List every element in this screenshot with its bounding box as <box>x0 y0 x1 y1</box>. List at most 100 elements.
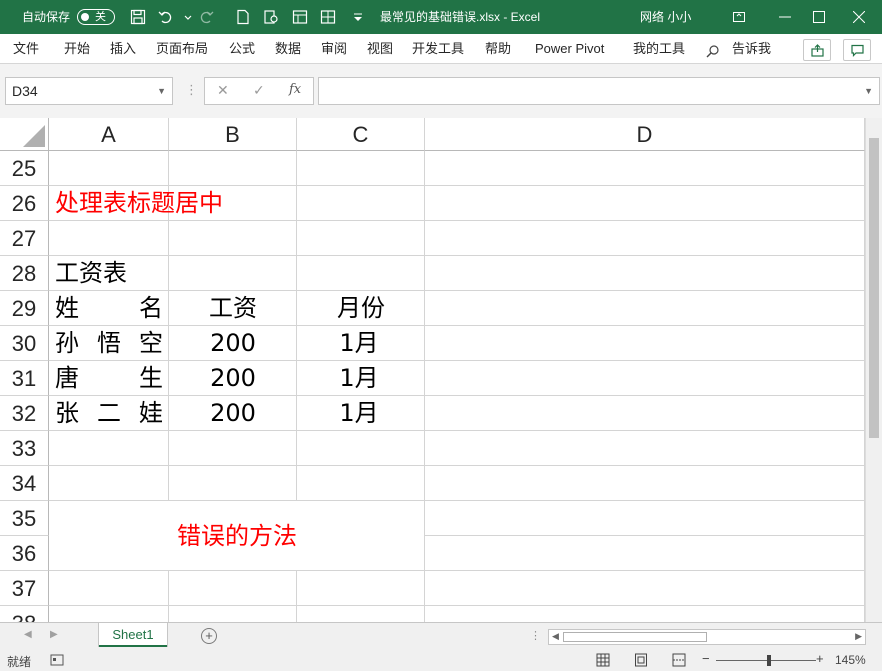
row-header[interactable]: 26 <box>0 186 49 221</box>
zoom-slider-track[interactable] <box>716 660 816 661</box>
lightbulb-search-icon[interactable] <box>706 35 720 65</box>
cell-a31-char2[interactable]: 生 <box>139 361 163 396</box>
scroll-left-icon[interactable]: ◀ <box>552 631 559 642</box>
cell-a26[interactable]: 处理表标题居中 <box>55 186 223 221</box>
redo-icon[interactable] <box>198 9 214 25</box>
page-break-view-icon[interactable] <box>672 653 686 667</box>
tab-home[interactable]: 开始 <box>64 34 90 64</box>
account-name[interactable]: 网络 小小 <box>640 0 691 34</box>
tab-my-tools[interactable]: 我的工具 <box>633 34 685 64</box>
cell-a32-char1[interactable]: 张 <box>55 396 79 431</box>
row-header[interactable]: 38 <box>0 606 49 622</box>
zoom-out-button[interactable]: − <box>702 651 710 666</box>
cancel-icon[interactable]: ✕ <box>217 82 229 99</box>
form-icon[interactable] <box>292 9 308 25</box>
cell-a30-char1[interactable]: 孙 <box>55 326 79 361</box>
row-header[interactable]: 37 <box>0 571 49 606</box>
cell-c32[interactable]: 1月 <box>297 396 421 431</box>
row-header[interactable]: 31 <box>0 361 49 396</box>
row-header[interactable]: 36 <box>0 536 49 571</box>
column-header-c[interactable]: C <box>297 118 425 151</box>
undo-dropdown-icon[interactable] <box>180 9 192 25</box>
enter-icon[interactable]: ✓ <box>253 82 265 99</box>
row-header[interactable]: 29 <box>0 291 49 326</box>
horizontal-scroll-thumb[interactable] <box>563 632 707 642</box>
zoom-level[interactable]: 145% <box>835 653 866 667</box>
ribbon-display-button[interactable] <box>716 0 762 34</box>
worksheet-grid[interactable]: A B C D 25 26 27 28 29 30 31 32 33 34 35… <box>0 118 882 622</box>
tab-formulas[interactable]: 公式 <box>229 34 255 64</box>
print-preview-icon[interactable] <box>263 9 279 25</box>
cell-a30-char3[interactable]: 空 <box>139 326 163 361</box>
row-header[interactable]: 28 <box>0 256 49 291</box>
row-header[interactable]: 35 <box>0 501 49 536</box>
row-header[interactable]: 33 <box>0 431 49 466</box>
cell-c29[interactable]: 月份 <box>297 291 425 326</box>
zoom-slider-thumb[interactable] <box>767 655 771 666</box>
sheet-tab-sheet1[interactable]: Sheet1 <box>99 623 167 647</box>
tab-power-pivot[interactable]: Power Pivot <box>535 34 604 64</box>
previous-sheet-icon[interactable]: ◀ <box>24 629 32 640</box>
name-box[interactable]: D34 ▼ <box>5 77 173 105</box>
new-file-icon[interactable] <box>235 9 251 25</box>
cell-a31-char1[interactable]: 唐 <box>55 361 79 396</box>
row-header[interactable]: 25 <box>0 151 49 186</box>
cell-a30-char2[interactable]: 悟 <box>97 326 121 361</box>
tab-review[interactable]: 审阅 <box>321 34 347 64</box>
formula-bar: D34 ▼ ⋮ ✕ ✓ fx ▼ <box>0 64 882 118</box>
cell-b31[interactable]: 200 <box>169 361 297 396</box>
vertical-scrollbar[interactable] <box>865 118 882 622</box>
table-icon[interactable] <box>320 9 336 25</box>
cell-b29[interactable]: 工资 <box>169 291 297 326</box>
merged-cell-a35-c36[interactable]: 错误的方法 <box>49 501 425 571</box>
tab-data[interactable]: 数据 <box>275 34 301 64</box>
row-header[interactable]: 32 <box>0 396 49 431</box>
formula-input[interactable]: ▼ <box>318 77 880 105</box>
customize-toolbar-icon[interactable] <box>350 9 362 25</box>
scroll-right-icon[interactable]: ▶ <box>855 631 862 642</box>
cell-a32-char3[interactable]: 娃 <box>139 396 163 431</box>
page-layout-view-icon[interactable] <box>634 653 648 667</box>
cell-b30[interactable]: 200 <box>169 326 297 361</box>
tab-developer[interactable]: 开发工具 <box>412 34 464 64</box>
row-header[interactable]: 27 <box>0 221 49 256</box>
select-all-corner[interactable] <box>0 118 49 151</box>
macro-record-icon[interactable] <box>50 653 64 667</box>
tab-file[interactable]: 文件 <box>13 34 39 64</box>
horizontal-scrollbar[interactable]: ◀ ▶ <box>548 629 866 645</box>
comments-button[interactable] <box>843 39 871 61</box>
add-sheet-icon[interactable]: + <box>201 628 217 644</box>
tab-view[interactable]: 视图 <box>367 34 393 64</box>
cell-a29-char1[interactable]: 姓 <box>55 291 79 326</box>
cell-c31[interactable]: 1月 <box>297 361 421 396</box>
insert-function-icon[interactable]: fx <box>289 82 301 97</box>
title-bar: 自动保存 关 最常见的基础错误.xlsx - Excel 网络 小小 <box>0 0 882 34</box>
tab-insert[interactable]: 插入 <box>110 34 136 64</box>
share-button[interactable] <box>803 39 831 61</box>
close-button[interactable] <box>836 0 882 34</box>
column-header-a[interactable]: A <box>49 118 169 151</box>
tell-me-search[interactable]: 告诉我 <box>732 34 771 64</box>
undo-icon[interactable] <box>158 9 174 25</box>
column-header-b[interactable]: B <box>169 118 297 151</box>
row-header[interactable]: 30 <box>0 326 49 361</box>
cell-c30[interactable]: 1月 <box>297 326 421 361</box>
row-header[interactable]: 34 <box>0 466 49 501</box>
cell-a29-char2[interactable]: 名 <box>139 291 163 326</box>
splitter-icon[interactable]: ⋮ <box>185 82 198 98</box>
tab-help[interactable]: 帮助 <box>485 34 511 64</box>
cell-a32-char2[interactable]: 二 <box>97 396 121 431</box>
tab-page-layout[interactable]: 页面布局 <box>156 34 208 64</box>
vertical-scroll-thumb[interactable] <box>869 138 879 438</box>
expand-formula-bar-icon[interactable]: ▼ <box>864 86 873 96</box>
next-sheet-icon[interactable]: ▶ <box>50 629 58 640</box>
normal-view-icon[interactable] <box>596 653 610 667</box>
autosave-toggle[interactable]: 关 <box>77 9 115 25</box>
zoom-in-button[interactable]: + <box>816 651 824 666</box>
name-box-dropdown-icon[interactable]: ▼ <box>157 78 166 104</box>
column-header-d[interactable]: D <box>425 118 865 151</box>
cell-b32[interactable]: 200 <box>169 396 297 431</box>
cell-a28[interactable]: 工资表 <box>55 256 127 291</box>
save-icon[interactable] <box>130 9 146 25</box>
tab-splitter-icon[interactable]: ⋮ <box>530 629 541 642</box>
